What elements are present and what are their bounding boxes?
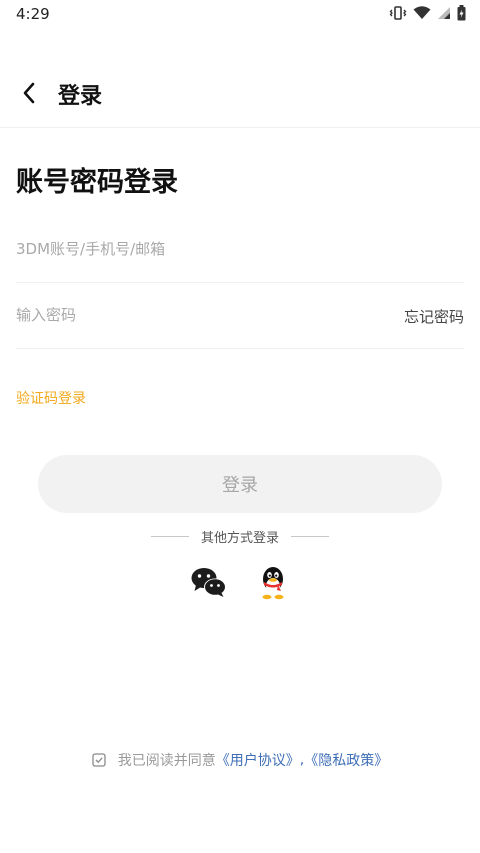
page-title: 账号密码登录 bbox=[16, 167, 178, 198]
other-login-divider: 其他方式登录 bbox=[0, 526, 480, 546]
divider-line-left bbox=[150, 535, 189, 537]
user-agreement-link[interactable]: 《用户协议》 bbox=[216, 750, 300, 770]
back-button[interactable] bbox=[12, 76, 46, 110]
wechat-icon bbox=[191, 568, 226, 597]
checkbox-icon[interactable] bbox=[92, 753, 106, 767]
status-bar: 4:29 bbox=[0, 0, 480, 28]
status-time: 4:29 bbox=[16, 5, 50, 23]
sms-login-link[interactable]: 验证码登录 bbox=[16, 388, 86, 408]
qq-login-button[interactable] bbox=[258, 566, 288, 600]
wifi-icon bbox=[413, 6, 431, 19]
privacy-policy-link[interactable]: 《隐私政策》 bbox=[304, 750, 388, 770]
divider-line-right bbox=[291, 535, 329, 537]
password-field: 忘记密码 bbox=[16, 283, 464, 349]
chevron-left-icon bbox=[23, 82, 35, 104]
login-button[interactable]: 登录 bbox=[38, 455, 442, 513]
vibrate-icon bbox=[389, 6, 407, 20]
account-input[interactable] bbox=[16, 217, 346, 281]
password-input[interactable] bbox=[16, 283, 346, 347]
forgot-password-link[interactable]: 忘记密码 bbox=[404, 306, 464, 327]
header-title: 登录 bbox=[58, 84, 103, 109]
qq-icon bbox=[262, 567, 284, 600]
agreement-row: 我已阅读并同意 《用户协议》 , 《隐私政策》 bbox=[0, 749, 480, 771]
account-field bbox=[16, 217, 464, 283]
app-header: 登录 bbox=[0, 60, 480, 128]
agreement-text: 我已阅读并同意 bbox=[117, 753, 216, 769]
wechat-login-button[interactable] bbox=[190, 566, 228, 600]
signal-icon bbox=[438, 7, 450, 19]
battery-icon bbox=[457, 5, 466, 21]
other-login-label: 其他方式登录 bbox=[200, 530, 279, 546]
status-icons bbox=[389, 5, 466, 21]
